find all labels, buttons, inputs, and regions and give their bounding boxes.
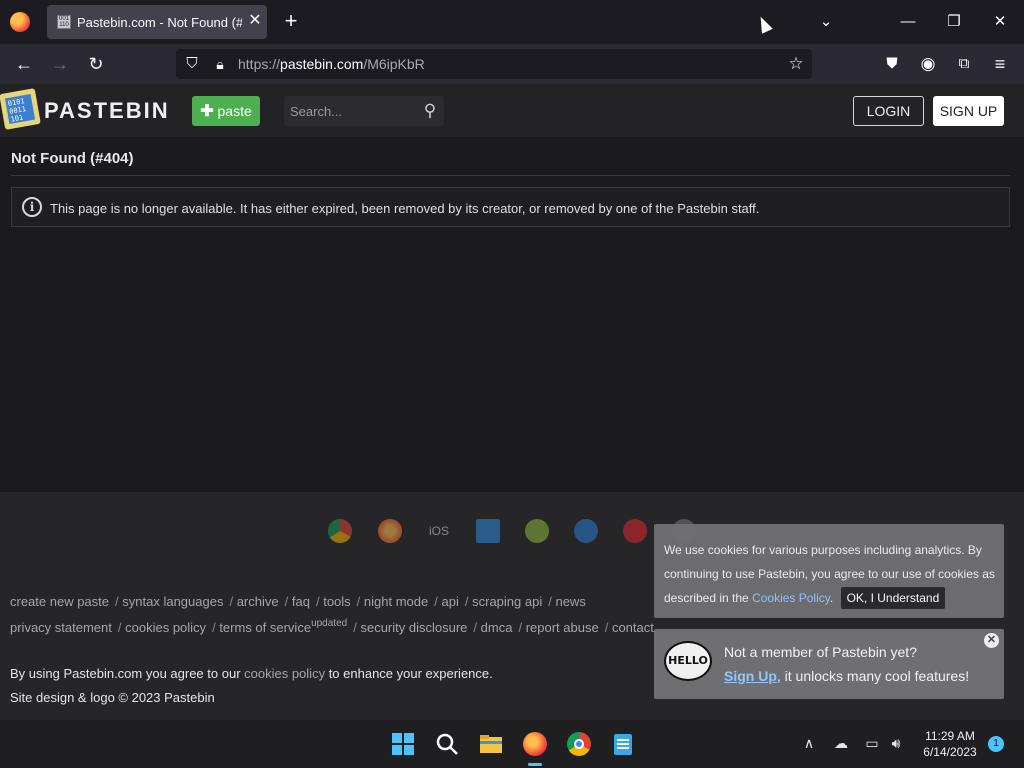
- footer-link-security-disclosure[interactable]: security disclosure: [360, 620, 467, 635]
- footer-link-syntax-languages[interactable]: syntax languages: [122, 594, 223, 609]
- search-icon[interactable]: ⚲: [420, 101, 440, 121]
- close-popup-icon[interactable]: ✕: [984, 633, 999, 648]
- close-window-button[interactable]: ✕: [988, 10, 1012, 34]
- pastebin-favicon-icon: 001 110: [57, 15, 71, 29]
- active-app-indicator: [528, 763, 542, 766]
- file-explorer-icon[interactable]: [479, 732, 503, 756]
- cookie-consent-text: We use cookies for various purposes incl…: [664, 538, 1000, 610]
- extensions-icon[interactable]: ⧉: [952, 52, 976, 76]
- bookmark-star-icon[interactable]: ☆: [784, 52, 808, 76]
- search-taskbar-icon[interactable]: [435, 732, 459, 756]
- footer-links-row-2: privacy statement / cookies policy / terms…: [10, 618, 654, 635]
- account-icon[interactable]: ◉: [916, 52, 940, 76]
- footer-link-archive[interactable]: archive: [237, 594, 279, 609]
- clock-date: 6/14/2023: [923, 745, 977, 759]
- forward-arrow-icon[interactable]: →: [48, 52, 72, 76]
- firefox-extension-icon[interactable]: [378, 519, 402, 543]
- firefox-icon[interactable]: [10, 12, 30, 32]
- close-tab-icon[interactable]: ✕: [245, 11, 265, 31]
- accept-cookies-button[interactable]: OK, I Understand: [840, 587, 946, 609]
- system-clock[interactable]: 11:29 AM 6/14/2023: [915, 728, 985, 760]
- browser-tab-bar: 001 110 Pastebin.com - Not Found (#404) …: [0, 0, 1024, 44]
- mouse-cursor-icon: [755, 14, 773, 34]
- footer-link-dmca[interactable]: dmca: [481, 620, 513, 635]
- site-header: 0101 0011 101 PASTEBIN ✚ paste ⚲ LOGIN S…: [0, 84, 1024, 137]
- show-hidden-icons-chevron[interactable]: ∧: [800, 734, 818, 752]
- volume-icon[interactable]: 🔊︎: [887, 734, 905, 752]
- new-tab-button[interactable]: +: [280, 10, 302, 32]
- firefox-taskbar-icon[interactable]: [523, 732, 547, 756]
- network-icon[interactable]: ▭: [863, 734, 881, 752]
- opera-extension-icon[interactable]: [623, 519, 647, 543]
- footer-link-report-abuse[interactable]: report abuse: [526, 620, 599, 635]
- new-paste-button[interactable]: ✚ paste: [192, 96, 260, 126]
- copyright-text: Site design & logo © 2023 Pastebin: [10, 690, 215, 705]
- logo-grid: 0101 0011 101: [4, 93, 36, 125]
- cookies-policy-link[interactable]: Cookies Policy: [752, 591, 830, 605]
- onedrive-icon[interactable]: ☁: [832, 734, 850, 752]
- hello-speech-bubble-icon: HELLO: [664, 641, 712, 681]
- signup-button[interactable]: SIGN UP: [933, 96, 1004, 126]
- browser-nav-bar: ← → ↻ ⛉ 🔒︎ https://pastebin.com/M6ipKbR …: [0, 44, 1024, 84]
- member-signup-popup: HELLO Not a member of Pastebin yet? Sign…: [654, 629, 1004, 699]
- ios-app-icon[interactable]: iOS: [429, 524, 449, 538]
- updated-badge: updated: [311, 618, 348, 629]
- macos-app-icon[interactable]: [574, 519, 598, 543]
- info-icon: i: [22, 197, 42, 217]
- not-found-notice: i This page is no longer available. It h…: [11, 187, 1010, 227]
- back-arrow-icon[interactable]: ←: [12, 52, 36, 76]
- cookie-agreement-text: By using Pastebin.com you agree to our c…: [10, 666, 493, 681]
- site-wordmark[interactable]: PASTEBIN: [44, 98, 170, 124]
- lock-icon[interactable]: 🔒︎: [208, 52, 232, 76]
- pocket-icon[interactable]: ⛊: [880, 52, 904, 76]
- android-app-icon[interactable]: [525, 519, 549, 543]
- windows-taskbar: ∧ ☁ ▭ 🔊︎ 11:29 AM 6/14/2023 1: [0, 720, 1024, 768]
- search-input[interactable]: [290, 102, 415, 120]
- footer-link-night-mode[interactable]: night mode: [364, 594, 428, 609]
- tab-pastebin[interactable]: 001 110 Pastebin.com - Not Found (#404) …: [47, 5, 267, 39]
- footer-link-terms-of-service[interactable]: terms of service: [219, 620, 311, 635]
- reload-icon[interactable]: ↻: [84, 52, 108, 76]
- popup-signup-link[interactable]: Sign Up: [724, 668, 777, 684]
- footer-link-tools[interactable]: tools: [323, 594, 350, 609]
- address-bar[interactable]: ⛉ 🔒︎ https://pastebin.com/M6ipKbR ☆: [176, 49, 812, 79]
- footer-link-privacy-statement[interactable]: privacy statement: [10, 620, 112, 635]
- tab-title: Pastebin.com - Not Found (#404): [77, 15, 242, 30]
- footer-links-row-1: create new paste / syntax languages / arch…: [10, 594, 586, 609]
- footer-link-faq[interactable]: faq: [292, 594, 310, 609]
- footer-cookies-policy-link[interactable]: cookies policy: [244, 666, 325, 681]
- pastebin-logo-icon[interactable]: 0101 0011 101: [0, 88, 41, 130]
- windows-app-icon[interactable]: [476, 519, 500, 543]
- page-title: Not Found (#404): [11, 150, 134, 167]
- footer-link-scraping-api[interactable]: scraping api: [472, 594, 542, 609]
- notice-text: This page is no longer available. It has…: [50, 201, 760, 216]
- minimize-window-button[interactable]: —: [896, 10, 920, 34]
- footer-link-cookies-policy[interactable]: cookies policy: [125, 620, 206, 635]
- menu-hamburger-icon[interactable]: ≡: [988, 52, 1012, 76]
- chrome-extension-icon[interactable]: [328, 519, 352, 543]
- clock-time: 11:29 AM: [925, 729, 975, 743]
- member-prompt-text: Not a member of Pastebin yet?: [724, 644, 917, 660]
- footer-link-news[interactable]: news: [555, 594, 585, 609]
- chrome-taskbar-icon[interactable]: [567, 732, 591, 756]
- restore-window-button[interactable]: ❐: [942, 10, 966, 34]
- footer-link-contact[interactable]: contact: [612, 620, 654, 635]
- url-text[interactable]: https://pastebin.com/M6ipKbR: [238, 56, 425, 72]
- windows-start-icon[interactable]: [391, 732, 415, 756]
- title-divider: [11, 175, 1010, 176]
- footer-link-api[interactable]: api: [442, 594, 459, 609]
- tracking-shield-icon[interactable]: ⛉: [180, 52, 204, 76]
- member-signup-text: Sign Up, it unlocks many cool features!: [724, 668, 970, 684]
- notepad-icon[interactable]: [611, 732, 635, 756]
- cookie-consent-popup: We use cookies for various purposes incl…: [654, 524, 1004, 618]
- login-button[interactable]: LOGIN: [853, 96, 924, 126]
- list-all-tabs-chevron-icon[interactable]: ⌄: [814, 10, 838, 34]
- notification-badge[interactable]: 1: [988, 736, 1004, 752]
- footer-link-create-new-paste[interactable]: create new paste: [10, 594, 109, 609]
- search-box: ⚲: [284, 96, 444, 126]
